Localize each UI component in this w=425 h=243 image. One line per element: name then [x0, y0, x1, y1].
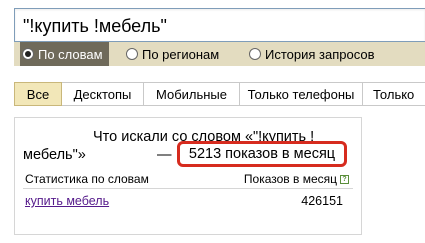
keyword-link[interactable]: купить мебель	[25, 194, 109, 208]
heading-line-2: мебель"»	[23, 147, 86, 163]
mode-history[interactable]: История запросов	[249, 42, 375, 66]
column-header-keyword: Статистика по словам	[25, 172, 149, 186]
tab-desktops[interactable]: Десктопы	[62, 82, 144, 106]
help-icon[interactable]: ?	[340, 174, 349, 184]
mode-by-regions[interactable]: По регионам	[126, 42, 219, 66]
mode-label: По словам	[38, 46, 103, 62]
divider	[23, 188, 353, 189]
results-panel: Что искали со словом «"!купить ! мебель"…	[14, 117, 362, 235]
mode-label: По регионам	[142, 46, 220, 62]
radio-checked-icon[interactable]	[22, 48, 34, 60]
device-tabs: Все Десктопы Мобильные Только телефоны Т…	[14, 82, 425, 106]
search-query-text: "!купить !мебель"	[23, 16, 167, 36]
search-input[interactable]: "!купить !мебель"	[14, 8, 425, 42]
search-mode-bar: По словам По регионам История запросов	[14, 42, 425, 66]
tab-mobile[interactable]: Мобильные	[144, 82, 240, 106]
radio-icon[interactable]	[249, 48, 261, 60]
heading-dash: —	[157, 147, 172, 163]
radio-icon[interactable]	[126, 48, 138, 60]
keyword-count: 426151	[301, 194, 343, 208]
impressions-highlight: 5213 показов в месяц	[177, 141, 347, 167]
column-header-impressions: Показов в месяц ?	[244, 172, 349, 186]
mode-label: История запросов	[265, 46, 375, 62]
tab-phones-only[interactable]: Только телефоны	[240, 82, 363, 106]
mode-by-words[interactable]: По словам	[20, 42, 109, 66]
tab-all[interactable]: Все	[14, 82, 62, 106]
tab-tablets-only[interactable]: Только	[363, 82, 425, 106]
column-header-impressions-label: Показов в месяц	[243, 172, 337, 186]
